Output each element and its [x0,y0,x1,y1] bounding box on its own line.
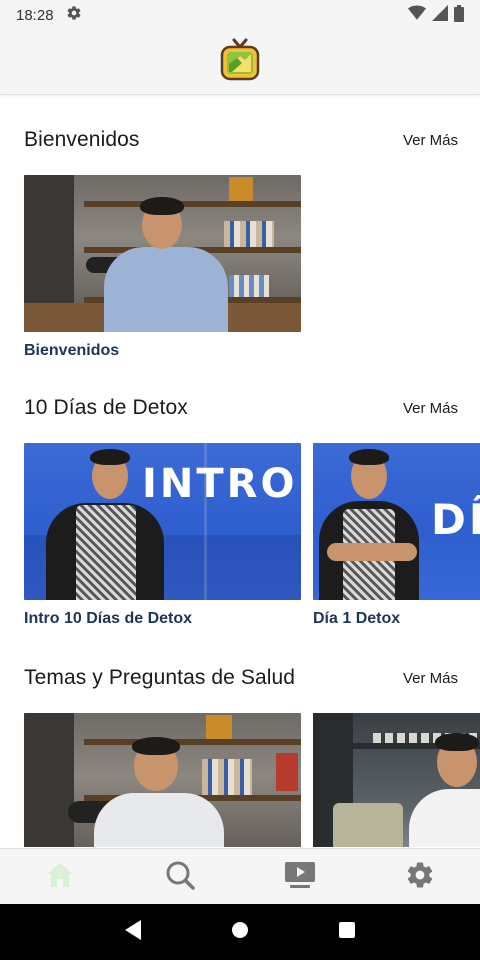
battery-icon [454,4,464,26]
status-time: 18:28 [16,6,54,24]
video-thumbnail[interactable] [24,713,301,847]
video-thumbnail[interactable]: INTRO [24,443,301,600]
nav-search[interactable] [150,849,210,905]
signal-icon [432,5,448,25]
thumbnail-text: DÍ [431,495,480,544]
see-more-link[interactable]: Ver Más [403,400,458,417]
video-thumbnail[interactable] [313,713,480,847]
see-more-link[interactable]: Ver Más [403,670,458,687]
section-header: Temas y Preguntas de Salud Ver Más [24,658,458,698]
back-button[interactable] [113,912,153,952]
section-header: Bienvenidos Ver Más [24,120,458,160]
status-bar: 18:28 [0,0,480,30]
home-circle-icon [231,921,249,944]
wifi-icon [408,5,426,25]
video-title[interactable]: Día 1 Detox [313,610,480,628]
nav-settings[interactable] [390,849,450,905]
video-card[interactable] [24,713,301,847]
video-card[interactable] [313,713,480,847]
video-thumbnail[interactable] [24,175,301,332]
section-title: Bienvenidos [24,128,140,151]
home-icon [45,861,75,894]
nav-home[interactable] [30,849,90,905]
section-title: 10 Días de Detox [24,396,188,419]
video-thumbnail[interactable]: DÍ [313,443,480,600]
video-card[interactable]: DÍ Día 1 Detox [313,443,480,628]
back-icon [123,919,143,946]
see-more-link[interactable]: Ver Más [403,132,458,149]
system-nav-bar [0,904,480,960]
video-play-icon [284,861,316,894]
app-header [0,30,480,95]
nav-videos[interactable] [270,849,330,905]
video-card[interactable]: Bienvenidos [24,175,301,360]
section-header: 10 Días de Detox Ver Más [24,388,458,428]
gear-icon [405,860,435,895]
video-title[interactable]: Bienvenidos [24,342,301,360]
home-feed[interactable]: Bienvenidos Ver Más Bienvenidos 10 Días … [0,95,480,847]
video-card[interactable]: INTRO Intro 10 Días de Detox [24,443,301,628]
thumbnail-text: INTRO [142,461,298,507]
gear-icon [66,5,82,25]
section-title: Temas y Preguntas de Salud [24,666,296,689]
home-button[interactable] [220,912,260,952]
recents-icon [338,921,356,944]
video-title[interactable]: Intro 10 Días de Detox [24,610,301,628]
tv-logo-icon[interactable] [220,38,260,87]
recents-button[interactable] [327,912,367,952]
search-icon [165,860,195,895]
bottom-nav [0,848,480,905]
